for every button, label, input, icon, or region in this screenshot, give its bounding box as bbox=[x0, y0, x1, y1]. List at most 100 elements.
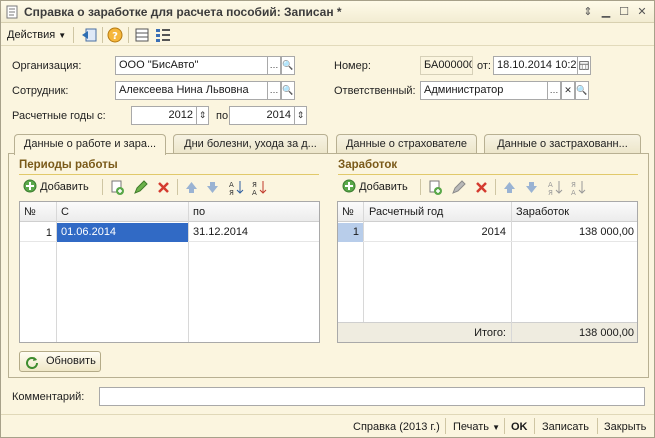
periods-add-button[interactable]: Добавить bbox=[23, 179, 89, 196]
copy-icon[interactable] bbox=[109, 179, 126, 196]
responsible-field[interactable]: Администратор bbox=[420, 81, 548, 100]
date-from-cell[interactable]: 01.06.2014 bbox=[57, 223, 188, 242]
refresh-button[interactable]: Обновить bbox=[19, 351, 101, 372]
employee-open-icon[interactable]: 🔍 bbox=[281, 81, 295, 100]
date-label: от: bbox=[477, 60, 491, 72]
organization-field[interactable]: ООО "БисАвто" bbox=[115, 56, 268, 75]
sort-desc-icon[interactable]: ЯA bbox=[570, 179, 587, 196]
earnings-add-button[interactable]: Добавить bbox=[342, 179, 408, 196]
save-button[interactable]: Записать bbox=[542, 419, 589, 435]
separator bbox=[597, 418, 598, 434]
comment-label: Комментарий: bbox=[12, 391, 85, 403]
column-header[interactable]: Расчетный год bbox=[365, 202, 510, 222]
tab-work-data[interactable]: Данные о работе и зара... bbox=[14, 134, 166, 155]
svg-text:A: A bbox=[229, 181, 234, 189]
organization-label: Организация: bbox=[12, 60, 82, 72]
responsible-open-icon[interactable]: 🔍 bbox=[575, 81, 589, 100]
dropdown-arrow-icon: ▼ bbox=[58, 31, 67, 40]
year-cell[interactable]: 2014 bbox=[365, 223, 510, 242]
ok-button[interactable]: OK bbox=[511, 419, 528, 435]
column-header[interactable]: по bbox=[189, 202, 319, 222]
sort-asc-icon[interactable]: AЯ bbox=[547, 179, 564, 196]
edit-icon[interactable] bbox=[450, 179, 467, 196]
svg-text:Я: Я bbox=[252, 181, 257, 189]
separator bbox=[177, 179, 178, 195]
separator bbox=[495, 179, 496, 195]
close-button[interactable]: Закрыть bbox=[604, 419, 646, 435]
help-icon[interactable]: ? bbox=[107, 27, 123, 43]
svg-text:A: A bbox=[252, 189, 257, 196]
sort-asc-icon[interactable]: AЯ bbox=[228, 179, 245, 196]
row-number: 1 bbox=[338, 223, 363, 242]
year-from-spin-icon[interactable]: ⇕ bbox=[196, 106, 209, 125]
move-down-icon[interactable] bbox=[523, 179, 540, 196]
menu-arrows-icon[interactable]: ⇕ bbox=[581, 5, 595, 19]
svg-text:Я: Я bbox=[229, 189, 234, 196]
column-header[interactable]: Заработок bbox=[512, 202, 637, 222]
add-label: Добавить bbox=[40, 181, 89, 193]
print-menu[interactable]: Печать ▼ bbox=[453, 419, 500, 435]
svg-text:Я: Я bbox=[548, 189, 553, 196]
document-icon bbox=[6, 5, 18, 19]
list-view-icon[interactable] bbox=[134, 27, 150, 43]
add-icon bbox=[23, 179, 37, 193]
edit-icon[interactable] bbox=[132, 179, 149, 196]
organization-open-icon[interactable]: 🔍 bbox=[281, 56, 295, 75]
column-divider bbox=[511, 322, 512, 342]
delete-icon[interactable] bbox=[473, 179, 490, 196]
employee-field[interactable]: Алексеева Нина Львовна bbox=[115, 81, 268, 100]
sort-desc-icon[interactable]: ЯA bbox=[251, 179, 268, 196]
close-icon[interactable]: ✕ bbox=[635, 5, 649, 19]
table-row[interactable]: 1 01.06.2014 31.12.2014 bbox=[20, 223, 319, 242]
column-header[interactable]: № bbox=[20, 202, 56, 222]
separator bbox=[534, 418, 535, 434]
print-label: Печать bbox=[453, 421, 490, 433]
earnings-title: Заработок bbox=[338, 159, 398, 171]
svg-text:?: ? bbox=[112, 31, 118, 42]
earnings-table[interactable]: № Расчетный год Заработок 1 2014 138 000… bbox=[337, 201, 638, 343]
separator bbox=[504, 418, 505, 434]
year-from-field[interactable]: 2012 bbox=[131, 106, 197, 125]
date-field[interactable]: 18.10.2014 10:2 bbox=[493, 56, 578, 75]
tab-sick-days[interactable]: Дни болезни, ухода за д... bbox=[173, 134, 328, 154]
tab-insurer[interactable]: Данные о страхователе bbox=[336, 134, 477, 154]
form-window: Справка о заработке для расчета пособий:… bbox=[0, 0, 655, 438]
maximize-icon[interactable]: ☐ bbox=[617, 5, 631, 19]
title-bar: Справка о заработке для расчета пособий:… bbox=[1, 1, 654, 23]
move-up-icon[interactable] bbox=[501, 179, 518, 196]
responsible-select-button[interactable]: … bbox=[547, 81, 561, 100]
row-number: 1 bbox=[45, 227, 52, 239]
svg-text:Я: Я bbox=[571, 181, 576, 189]
table-row[interactable]: 1 2014 138 000,00 bbox=[338, 223, 637, 242]
table-footer: Итого: 138 000,00 bbox=[338, 322, 637, 342]
comment-field[interactable] bbox=[99, 387, 645, 406]
periods-table[interactable]: № С по 1 01.06.2014 31.12.2014 bbox=[19, 201, 320, 343]
report-link[interactable]: Справка (2013 г.) bbox=[353, 419, 440, 435]
structure-icon[interactable] bbox=[155, 27, 171, 43]
delete-icon[interactable] bbox=[155, 179, 172, 196]
bottom-bar: Справка (2013 г.) Печать ▼ OK Записать З… bbox=[1, 414, 654, 437]
tab-insured[interactable]: Данные о застрахованн... bbox=[484, 134, 641, 154]
number-field[interactable]: БА000000 bbox=[420, 56, 473, 75]
clear-icon[interactable]: ✕ bbox=[561, 81, 575, 100]
refresh-label: Обновить bbox=[46, 355, 96, 367]
window-title: Справка о заработке для расчета пособий:… bbox=[24, 5, 342, 19]
svg-text:A: A bbox=[548, 181, 553, 189]
separator bbox=[445, 418, 446, 434]
amount-cell[interactable]: 138 000,00 bbox=[512, 223, 637, 242]
column-header[interactable]: С bbox=[57, 202, 188, 222]
move-down-icon[interactable] bbox=[204, 179, 221, 196]
column-header[interactable]: № bbox=[338, 202, 363, 222]
copy-icon[interactable] bbox=[427, 179, 444, 196]
year-to-spin-icon[interactable]: ⇕ bbox=[294, 106, 307, 125]
move-up-icon[interactable] bbox=[183, 179, 200, 196]
go-back-icon[interactable] bbox=[80, 27, 98, 43]
employee-select-button[interactable]: … bbox=[267, 81, 281, 100]
date-to-cell[interactable]: 31.12.2014 bbox=[189, 223, 319, 242]
organization-select-button[interactable]: … bbox=[267, 56, 281, 75]
minimize-icon[interactable]: ▁ bbox=[599, 5, 613, 19]
table-header: № Расчетный год Заработок bbox=[338, 202, 637, 222]
year-to-field[interactable]: 2014 bbox=[229, 106, 295, 125]
calendar-icon[interactable] bbox=[577, 56, 591, 75]
actions-menu[interactable]: Действия ▼ bbox=[7, 27, 66, 43]
